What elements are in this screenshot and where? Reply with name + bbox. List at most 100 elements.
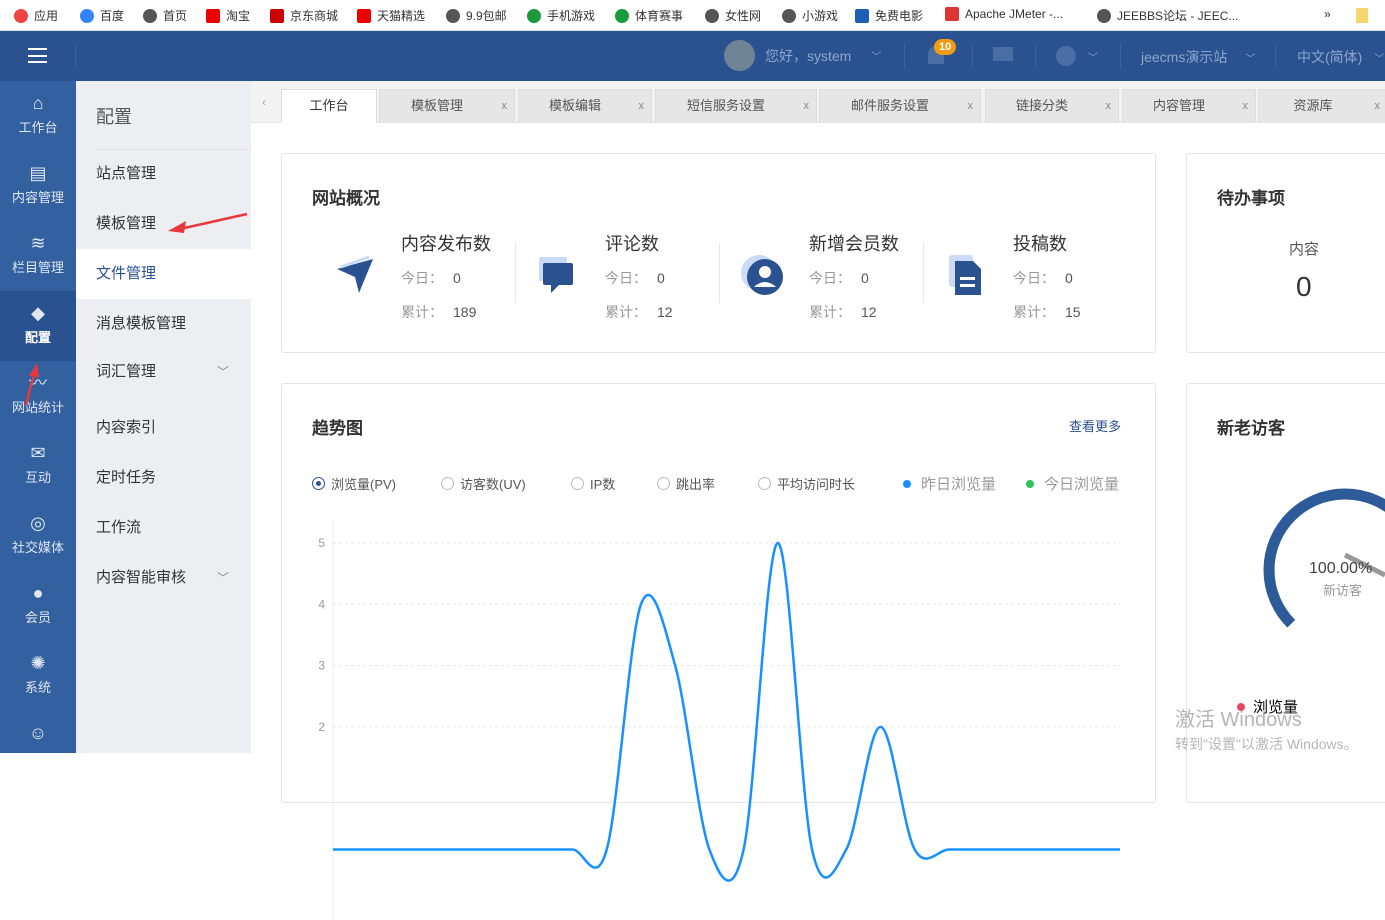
total-value: 189 (453, 304, 477, 320)
tab-close-icon[interactable]: x (639, 90, 645, 122)
tab[interactable]: 资源库 x (1258, 89, 1385, 123)
bookmark-label: 手机游戏 (547, 9, 596, 23)
todo-value[interactable]: 0 (1296, 271, 1312, 303)
bookmark-item[interactable]: Apache JMeter -... (945, 7, 1063, 21)
bookmark-item[interactable]: 体育赛事 (615, 7, 683, 24)
stat-item: 新增会员数 今日： 0 累计： 12 (721, 228, 921, 328)
nav-item-社交媒体[interactable]: ◎ 社交媒体 (0, 501, 76, 571)
tab[interactable]: 模板管理 x (379, 89, 515, 123)
bookmark-favicon-icon (782, 8, 796, 23)
user-menu[interactable]: 您好，system ﹀ (724, 40, 881, 71)
tab-close-icon[interactable]: x (968, 90, 974, 122)
tab-close-icon[interactable]: x (804, 90, 810, 122)
gauge-arc (1263, 488, 1385, 628)
chevron-down-icon: ﹀ (1245, 54, 1256, 65)
nav-label: 会员 (24, 610, 51, 625)
tabs-scroll-left-icon[interactable]: ‹ (262, 95, 266, 109)
annotation-arrows (24, 212, 248, 406)
bookmark-item[interactable]: JEEBBS论坛 - JEEC... (1097, 7, 1238, 24)
chart-legend-item[interactable]: 今日浏览量 (1026, 473, 1119, 494)
view-more-link[interactable]: 查看更多 (1069, 416, 1121, 435)
y-tick-label: 3 (318, 659, 325, 673)
nav-item-互动[interactable]: ✉ 互动 (0, 431, 76, 501)
today-value: 0 (1065, 270, 1073, 286)
site-switcher[interactable]: jeecms演示站 ﹀ (1141, 47, 1255, 67)
tab-close-icon[interactable]: x (1106, 90, 1112, 122)
tab[interactable]: 内容管理 x (1122, 89, 1256, 123)
tab-label: 邮件服务设置 (850, 98, 929, 113)
tab[interactable]: 邮件服务设置 x (819, 89, 981, 123)
bookmark-item[interactable]: 手机游戏 (527, 7, 595, 24)
paper-plane-icon (337, 255, 373, 293)
today-label: 今日： (1013, 270, 1055, 286)
today-value: 0 (453, 270, 461, 286)
nav-label: 互动 (24, 470, 51, 485)
todo-title: 待办事项 (1217, 189, 1285, 208)
notification-badge: 10 (934, 39, 957, 55)
todo-card (1186, 153, 1385, 353)
metric-label: 访客数(UV) (460, 477, 526, 492)
metric-radio[interactable]: 访客数(UV) (441, 474, 526, 493)
radio-icon (571, 477, 584, 490)
legend-dot (903, 479, 911, 488)
metric-radio[interactable]: 平均访问时长 (758, 474, 855, 493)
bookmark-label: 女性网 (725, 9, 762, 23)
visitors-title: 新老访客 (1217, 419, 1285, 438)
submenu-label: 内容索引 (96, 419, 157, 436)
total-label: 累计： (605, 304, 647, 320)
file-icon (949, 255, 981, 295)
greeting-text: 您好，system (765, 47, 852, 64)
today-value: 0 (657, 270, 665, 286)
tab[interactable]: 短信服务设置 x (655, 89, 817, 123)
language-switcher[interactable]: 中文(简体) ﹀ (1297, 47, 1384, 67)
bookmark-item[interactable]: » (1324, 7, 1331, 21)
bookmark-item[interactable]: 女性网 (705, 7, 761, 24)
bookmark-favicon-icon (615, 8, 629, 23)
palette-icon[interactable] (1056, 46, 1076, 66)
metric-label: 跳出率 (676, 477, 716, 492)
tab-close-icon[interactable]: x (1243, 90, 1249, 122)
chevron-down-icon: ﹀ (216, 571, 229, 585)
tab[interactable]: 链接分类 x (985, 89, 1119, 123)
nav-item-support[interactable]: ☺ (0, 711, 76, 781)
monitor-icon[interactable] (993, 47, 1013, 61)
tab[interactable]: 模板编辑 x (518, 89, 652, 123)
nav-item-会员[interactable]: ● 会员 (0, 571, 76, 641)
bookmark-item[interactable]: 9.9包邮 (446, 7, 507, 24)
y-tick-label: 4 (318, 597, 325, 611)
chart-legend-item[interactable]: 昨日浏览量 (903, 473, 996, 494)
tab-bar: ‹ 工作台 模板管理 x 模板编辑 x 短信服务设置 x 邮件服务设置 x 链接分类 x 内容管理 x 资… (251, 81, 1385, 123)
radio-icon (657, 477, 670, 490)
total-label: 累计： (1013, 304, 1055, 320)
bookmark-item[interactable]: 免费电影 (855, 7, 923, 24)
user-circle-icon (741, 255, 783, 295)
metric-label: 浏览量(PV) (331, 477, 397, 492)
divider (719, 243, 720, 303)
nav-label: 社交媒体 (11, 540, 64, 555)
stat-today: 今日： 0 (401, 268, 461, 288)
metric-radio[interactable]: 跳出率 (657, 474, 715, 493)
bookmark-item[interactable]: 京东商城 (270, 7, 338, 24)
total-label: 累计： (401, 304, 443, 320)
bookmark-item[interactable]: 小游戏 (782, 7, 838, 24)
bookmark-favicon-icon (1097, 8, 1111, 23)
today-label: 今日： (605, 270, 647, 286)
tab-close-icon[interactable]: x (1375, 90, 1381, 122)
tab-label: 模板编辑 (548, 98, 601, 113)
submenu-item[interactable]: 定时任务 (76, 453, 251, 503)
gauge-percent: 100.00% (1309, 560, 1373, 577)
bookmark-item[interactable]: 天猫精选 (357, 7, 425, 24)
bookmark-label: 天猫精选 (377, 9, 426, 23)
stat-name: 评论数 (605, 234, 659, 254)
submenu-item[interactable]: 内容智能审核 ﹀ (76, 553, 251, 603)
nav-item-系统[interactable]: ✺ 系统 (0, 641, 76, 711)
windows-watermark: 激活 Windows 转到"设置"以激活 Windows。 (1175, 703, 1358, 754)
folder-icon[interactable] (1356, 8, 1368, 23)
metric-radio[interactable]: 浏览量(PV) (312, 474, 396, 493)
submenu-item[interactable]: 工作流 (76, 503, 251, 553)
bookmark-favicon-icon (945, 7, 959, 21)
tab[interactable]: 工作台 (281, 89, 377, 123)
metric-radio[interactable]: IP数 (571, 474, 615, 493)
tab-close-icon[interactable]: x (502, 90, 508, 122)
chevron-down-icon: ﹀ (871, 52, 882, 63)
